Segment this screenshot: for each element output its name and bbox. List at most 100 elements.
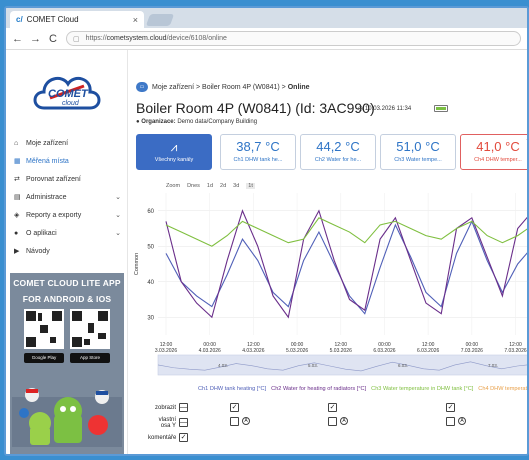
x-tick-date: 4.03.2026 [199, 348, 221, 354]
navigator-label: 7.03. [488, 363, 498, 368]
close-tab-icon[interactable]: × [133, 15, 138, 25]
tab-bar: c/ COMET Cloud × [6, 8, 527, 28]
promo-title-line1: COMET CLOUD LITE APP [13, 278, 121, 288]
x-tick-date: 3.03.2026 [155, 348, 177, 354]
google-play-button[interactable]: Google Play [24, 353, 64, 363]
x-tick-date: 5.03.2026 [330, 348, 352, 354]
navigator-label: 4.03. [218, 363, 228, 368]
sidebar-item-label: Porovnat zařízení [26, 175, 81, 183]
sidebar-item-label: Návody [26, 247, 50, 255]
show-channel-checkbox[interactable]: ✓ [328, 403, 337, 412]
tile-all-channels[interactable]: ⩘ Všechny kanály [136, 134, 212, 170]
app-store-button[interactable]: App Store [70, 353, 110, 363]
auto-axis-icon[interactable]: A [458, 417, 466, 425]
alarm-bell-icon: ▲ [525, 135, 527, 142]
last-update-datetime: 10.03.2026 11:34 [364, 106, 412, 112]
browser-window: c/ COMET Cloud × ← → C ▢ https://cometsy… [4, 6, 529, 456]
sidebar-item-report[interactable]: ◈ Reporty a exporty ⌄ [6, 206, 127, 224]
chevron-down-icon: ⌄ [115, 230, 121, 237]
browser-tab[interactable]: c/ COMET Cloud × [10, 11, 144, 28]
org-value: Demo data/Company Building [177, 119, 258, 125]
comet-cloud-logo[interactable]: COMET cloud [28, 68, 106, 118]
y-axis-label: Common [134, 253, 140, 275]
promo-title-line2: FOR ANDROID & IOS [22, 294, 112, 304]
legend-item[interactable]: Ch1 DHW tank heating [°C] [198, 386, 266, 392]
own-axis-checkbox[interactable] [446, 417, 455, 426]
channel-value: 51,0 °C [396, 139, 440, 154]
android-mascot-illustration [12, 388, 122, 447]
new-tab-button[interactable] [145, 14, 175, 26]
sidebar-item-admin[interactable]: ▤ Administrace ⌄ [6, 188, 127, 206]
y-tick-label: 60 [147, 209, 154, 215]
sidebar-item-info[interactable]: ● O aplikaci ⌄ [6, 224, 127, 242]
page-title: Boiler Room 4P (W0841) (Id: 3AC990) [136, 100, 375, 116]
control-row-label: vlastní osa Y [158, 416, 176, 429]
chevron-down-icon: ⌄ [115, 212, 121, 219]
legend-item[interactable]: Ch4 DHW temperature [°C] [478, 386, 527, 392]
auto-axis-icon[interactable]: A [242, 417, 250, 425]
legend-item[interactable]: Ch3 Water temperature in DHW tank [°C] [371, 386, 473, 392]
control-row-show: zobrazit — [148, 400, 188, 415]
channel-value: 41,0 °C [476, 139, 520, 154]
channel-label: Ch1 DHW tank he... [233, 157, 283, 163]
url-field[interactable]: ▢ https://cometsystem.cloud/device/6108/… [66, 31, 521, 46]
info-icon: ● [14, 229, 19, 237]
channel-controls: zobrazit — vlastní osa Y — komentáře ✓ [148, 400, 188, 445]
all-channels-icon: ⩘ [170, 140, 178, 154]
channel-tile[interactable]: 41,0 °C Ch4 DHW temper... ▲ [460, 134, 527, 170]
reload-icon[interactable]: C [48, 33, 58, 45]
admin-icon: ▤ [14, 194, 21, 201]
channel-tiles: ⩘ Všechny kanály 38,7 °C Ch1 DHW tank he...… [136, 134, 527, 172]
auto-axis-icon[interactable]: A [340, 417, 348, 425]
own-axis-checkbox[interactable] [328, 417, 337, 426]
sidebar-nav: ⌂ Moje zařízení ▦ Měřená místa ⇄ Porovnat zař… [6, 134, 127, 260]
channel-value: 38,7 °C [236, 139, 280, 154]
control-row-label: komentáře [148, 434, 177, 441]
x-tick-date: 4.03.2026 [242, 348, 264, 354]
y-tick-label: 50 [147, 244, 154, 250]
forward-arrow-icon[interactable]: → [30, 33, 41, 45]
sidebar-item-building[interactable]: ▦ Měřená místa [6, 152, 127, 170]
control-row-comments: komentáře ✓ [148, 430, 188, 445]
sidebar-item-label: Měřená místa [26, 157, 69, 165]
series-line-ch3 [165, 217, 527, 247]
legend-item[interactable]: Ch2 Water for heating of radiators [°C] [271, 386, 366, 392]
qr-code-ios [70, 309, 110, 349]
channel-tile[interactable]: 38,7 °C Ch1 DHW tank he... [220, 134, 296, 170]
breadcrumb: ▭ Moje zařízení > Boiler Room 4P (W0841)… [136, 82, 310, 92]
comments-checkbox[interactable]: ✓ [179, 433, 188, 442]
x-tick-date: 7.03.2026 [504, 348, 526, 354]
breadcrumb-device[interactable]: Boiler Room 4P (W0841) [202, 84, 280, 91]
sidebar: COMET cloud ⌂ Moje zařízení ▦ Měřená místa ⇄… [6, 50, 128, 454]
sidebar-item-label: Moje zařízení [26, 139, 69, 147]
chart-navigator [157, 354, 527, 376]
show-channel-checkbox[interactable]: ✓ [230, 403, 239, 412]
show-channel-checkbox[interactable]: ✓ [446, 403, 455, 412]
history-chart[interactable]: 30405060Common12:003.03.202600:004.03.20… [128, 185, 529, 400]
qr-code-android [24, 309, 64, 349]
devices-home-icon[interactable]: ▭ [136, 82, 148, 92]
channel-label: Ch2 Water for he... [314, 157, 362, 163]
y-tick-label: 30 [147, 315, 154, 321]
collapse-toggle[interactable]: — [179, 418, 188, 427]
x-tick-date: 7.03.2026 [461, 348, 483, 354]
channel-tile[interactable]: 51,0 °C Ch3 Water tempe... [380, 134, 456, 170]
channel-label: Ch3 Water tempe... [394, 157, 442, 163]
sidebar-item-compare[interactable]: ⇄ Porovnat zařízení [6, 170, 127, 188]
channel-tile[interactable]: 44,2 °C Ch2 Water for he... [300, 134, 376, 170]
back-arrow-icon[interactable]: ← [12, 33, 23, 45]
report-icon: ◈ [14, 212, 20, 219]
collapse-toggle[interactable]: — [179, 403, 188, 412]
chevron-down-icon: ⌄ [115, 194, 121, 201]
org-icon: ● [136, 119, 140, 125]
series-line-ch2 [165, 209, 527, 319]
breadcrumb-devices[interactable]: Moje zařízení [152, 84, 194, 91]
sidebar-item-video[interactable]: ▶ Návody [6, 242, 127, 260]
sidebar-item-label: Administrace [26, 193, 67, 201]
logo-subtext: cloud [62, 100, 79, 107]
own-axis-checkbox[interactable] [230, 417, 239, 426]
sidebar-item-home[interactable]: ⌂ Moje zařízení [6, 134, 127, 152]
app-promo-banner[interactable]: COMET CLOUD LITE APP FOR ANDROID & IOS G… [10, 273, 124, 454]
sidebar-item-label: O aplikaci [26, 229, 57, 237]
video-icon: ▶ [14, 248, 20, 255]
